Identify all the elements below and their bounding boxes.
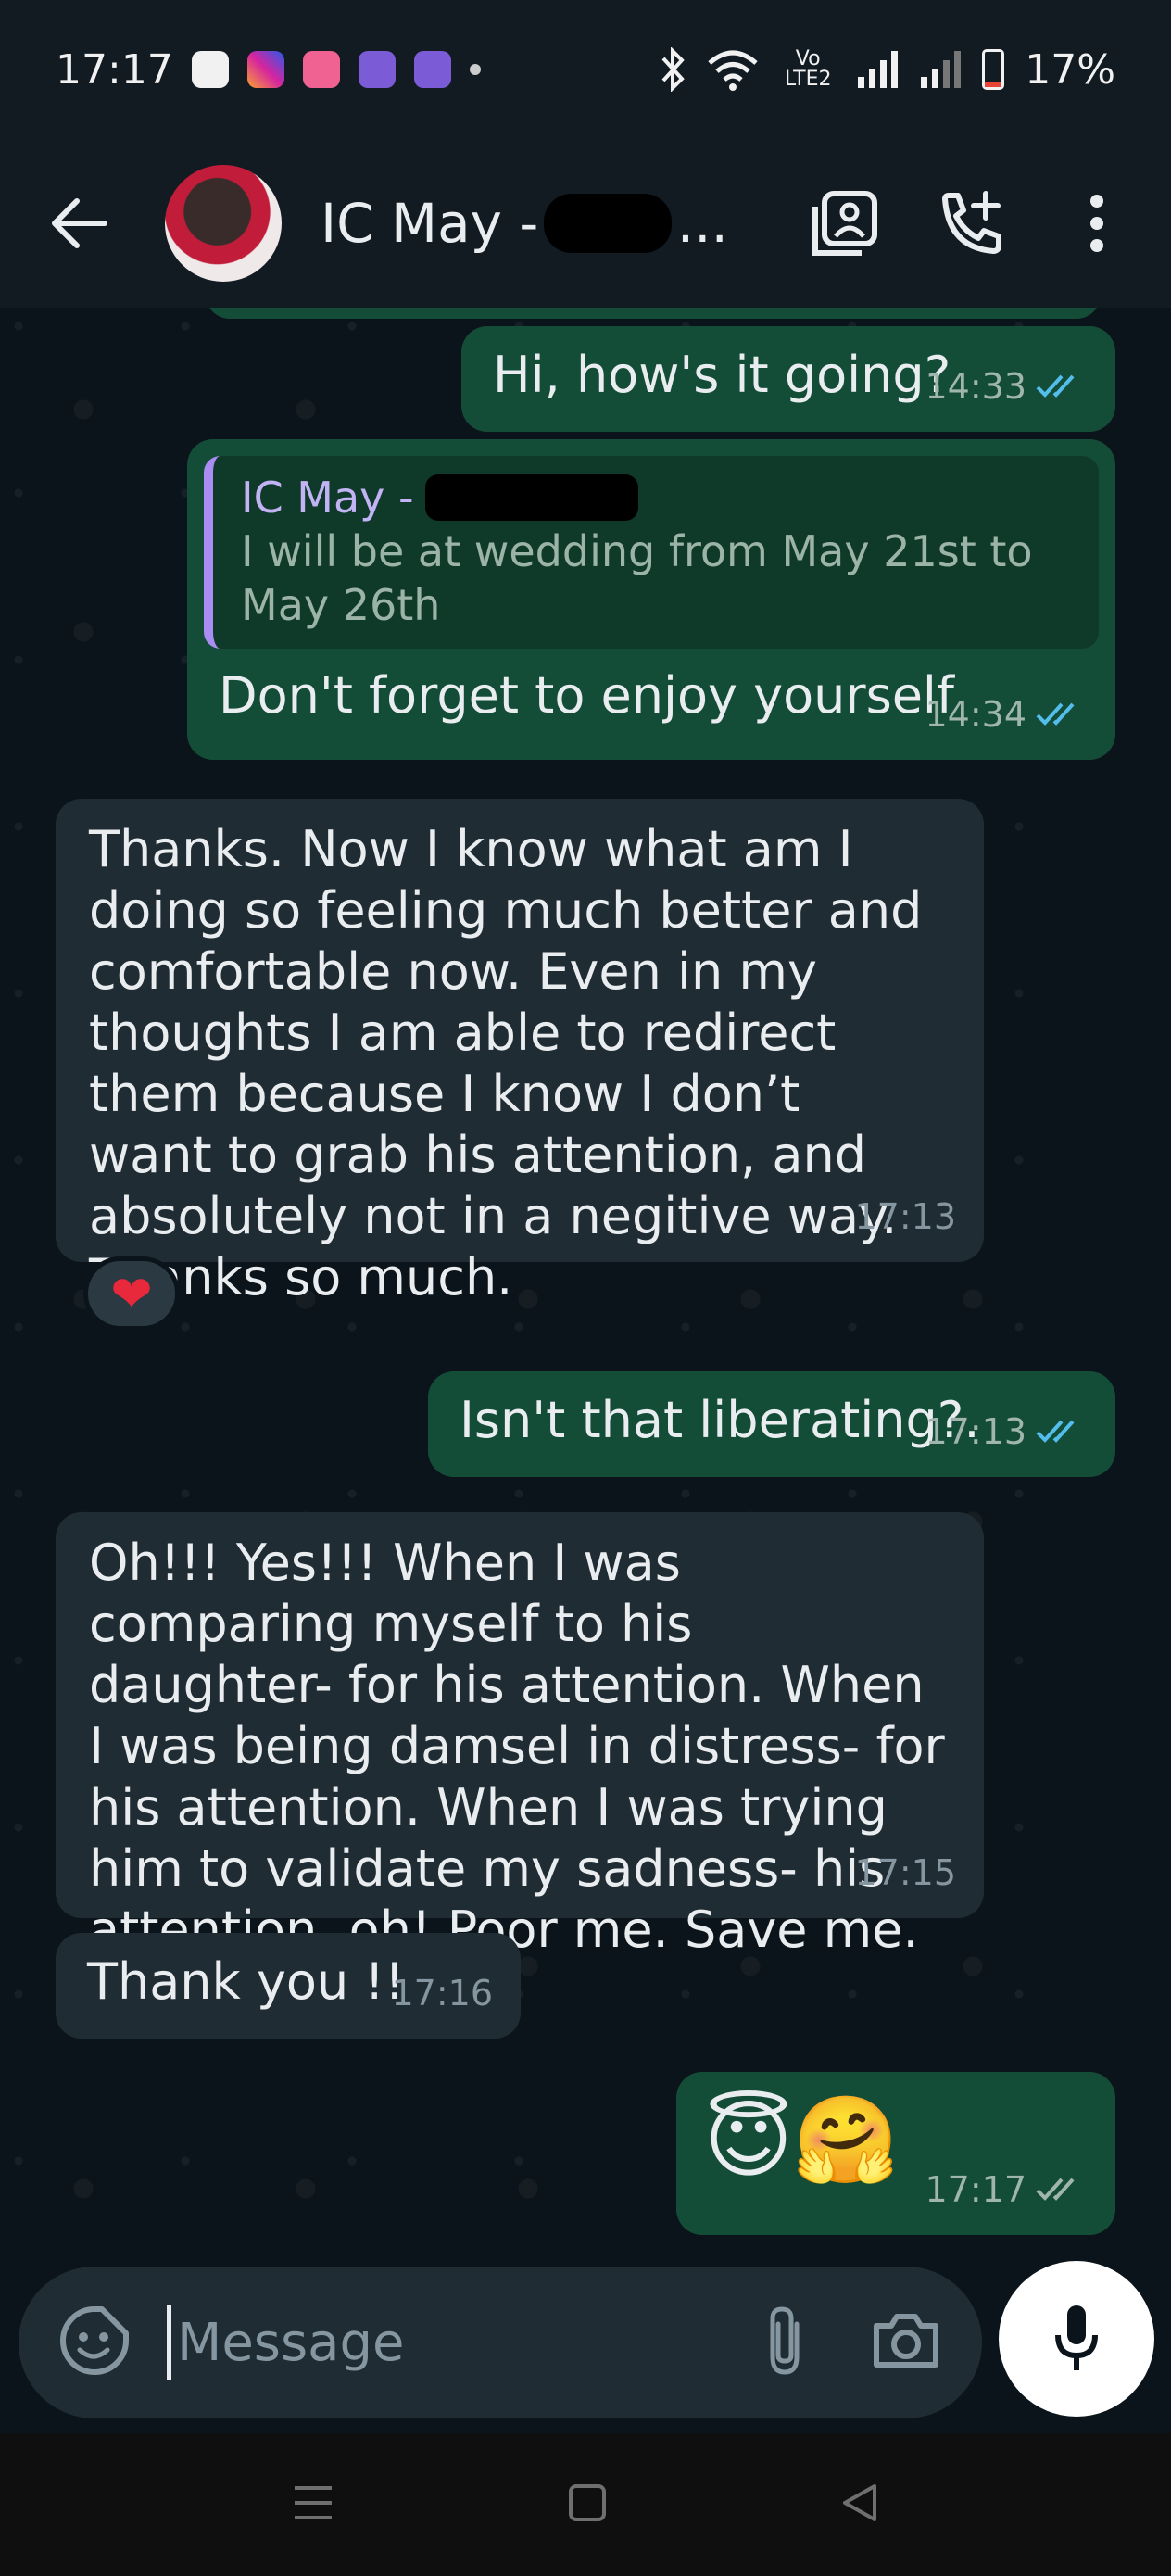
- composer-actions: [763, 2304, 941, 2381]
- redacted-block: [544, 194, 672, 253]
- app-a-icon: [191, 51, 229, 88]
- message-time: 17:17: [925, 2169, 1026, 2210]
- message-text: Thank you !!: [87, 1952, 405, 2011]
- message-text: Hi, how's it going?: [493, 346, 951, 404]
- message-time: 14:33: [925, 366, 1026, 407]
- signal-icon: [858, 51, 899, 88]
- message-time: 14:34: [925, 694, 1026, 735]
- back-nav-button[interactable]: [839, 2482, 880, 2527]
- message-bubble-outgoing[interactable]: Isn't that liberating?. 17:13: [428, 1371, 1115, 1477]
- contact-name[interactable]: IC May - ...: [321, 192, 728, 255]
- read-ticks-icon: [1036, 374, 1075, 398]
- more-options-icon: [1090, 195, 1103, 252]
- message-text: Isn't that liberating?.: [460, 1391, 980, 1449]
- quoted-message[interactable]: IC May - I will be at wedding from May 2…: [204, 456, 1099, 649]
- sticker-icon: [60, 2306, 129, 2375]
- message-bubble-outgoing-reply[interactable]: IC May - I will be at wedding from May 2…: [187, 439, 1115, 760]
- read-ticks-icon: [1036, 702, 1075, 726]
- redacted-block: [424, 474, 638, 521]
- message-meta: 17:16: [391, 1963, 493, 2024]
- sticker-button[interactable]: [59, 2305, 130, 2380]
- battery-icon: [982, 49, 1005, 90]
- text-cursor: [167, 2305, 171, 2380]
- app-chat-icon: [413, 51, 451, 88]
- chat-messages[interactable]: Hi, how's it going? 14:33 IC May - I wil…: [0, 308, 1171, 2261]
- bluetooth-icon: [661, 47, 685, 92]
- mic-icon: [1055, 2305, 1098, 2370]
- header-actions: [808, 186, 1134, 260]
- heart-reaction[interactable]: ❤: [83, 1256, 180, 1331]
- message-meta: 17:15: [854, 1842, 956, 1903]
- camera-button[interactable]: [871, 2311, 941, 2374]
- message-bubble-outgoing[interactable]: Hi, how's it going? 14:33: [461, 326, 1115, 432]
- message-meta: 17:13: [854, 1186, 956, 1247]
- message-time: 17:16: [391, 1973, 493, 2014]
- attach-button[interactable]: [763, 2304, 806, 2381]
- battery-level: [985, 81, 1002, 87]
- video-call-icon: [812, 191, 877, 256]
- back-triangle-icon: [843, 2484, 876, 2521]
- notes-icon: [302, 51, 340, 88]
- message-bubble-incoming[interactable]: Oh!!! Yes!!! When I was comparing myself…: [56, 1512, 984, 1959]
- message-time: 17:13: [854, 1196, 956, 1237]
- home-icon: [569, 2484, 606, 2521]
- message-time: 17:13: [925, 1411, 1026, 1452]
- battery-percent: 17%: [1025, 45, 1115, 94]
- voice-record-button[interactable]: [999, 2261, 1154, 2417]
- contact-avatar[interactable]: [165, 165, 282, 282]
- contact-name-ellipsis: ...: [676, 192, 728, 255]
- network-type: Vo LTE2: [784, 47, 832, 91]
- status-time: 17:17: [56, 45, 173, 94]
- message-meta: 17:13: [925, 1401, 1088, 1462]
- system-navigation-bar: [0, 2433, 1171, 2576]
- heart-icon: ❤: [110, 1264, 153, 1323]
- signal-icon: [921, 51, 962, 88]
- back-arrow-icon: [52, 198, 107, 248]
- quoted-sender: IC May -: [241, 471, 1075, 524]
- instagram-icon: [246, 51, 284, 88]
- more-options-button[interactable]: [1060, 186, 1134, 260]
- contact-name-text: IC May -: [321, 192, 539, 255]
- message-bubble-outgoing-emoji[interactable]: 😇🤗 17:17: [676, 2072, 1115, 2235]
- status-right: Vo LTE2 17%: [660, 46, 1115, 94]
- app-chat-icon: [358, 51, 396, 88]
- emoji-message: 😇🤗: [704, 2090, 900, 2190]
- camera-icon: [874, 2314, 938, 2368]
- message-meta: 14:34: [925, 684, 1088, 745]
- wifi-icon: [708, 50, 758, 91]
- partial-message-bubble: [206, 308, 1101, 319]
- quoted-text: I will be at wedding from May 21st to Ma…: [241, 526, 1033, 630]
- delivered-ticks-icon: [1036, 2178, 1075, 2201]
- message-text: Thanks. Now I know what am I doing so fe…: [89, 820, 923, 1307]
- message-bubble-incoming[interactable]: Thanks. Now I know what am I doing so fe…: [56, 799, 984, 1307]
- whatsapp-chat-screen: 17:17 Vo LTE2 17% IC May - ... Hi, how's…: [0, 0, 1171, 2576]
- message-bubble-incoming[interactable]: Thank you !! 17:16: [56, 1933, 521, 2039]
- status-bar: 17:17 Vo LTE2 17%: [0, 0, 1171, 139]
- add-call-button[interactable]: [934, 186, 1008, 260]
- status-left: 17:17: [56, 46, 481, 94]
- message-meta: 17:17: [925, 2159, 1088, 2220]
- menu-icon: [295, 2486, 332, 2519]
- message-time: 17:15: [854, 1852, 956, 1893]
- quoted-sender-name: IC May -: [241, 473, 414, 523]
- more-notifications-dot: [469, 64, 481, 75]
- read-ticks-icon: [1036, 1420, 1075, 1443]
- message-input[interactable]: [177, 2312, 696, 2373]
- recents-button[interactable]: [291, 2484, 335, 2525]
- add-call-icon: [942, 191, 1001, 254]
- message-composer: [19, 2267, 982, 2418]
- chat-header: IC May - ...: [0, 139, 1171, 308]
- home-button[interactable]: [567, 2482, 608, 2527]
- attach-icon: [770, 2306, 800, 2375]
- message-text: Oh!!! Yes!!! When I was comparing myself…: [89, 1534, 945, 1959]
- back-button[interactable]: [37, 182, 120, 265]
- video-call-button[interactable]: [808, 186, 882, 260]
- message-meta: 14:33: [925, 356, 1088, 417]
